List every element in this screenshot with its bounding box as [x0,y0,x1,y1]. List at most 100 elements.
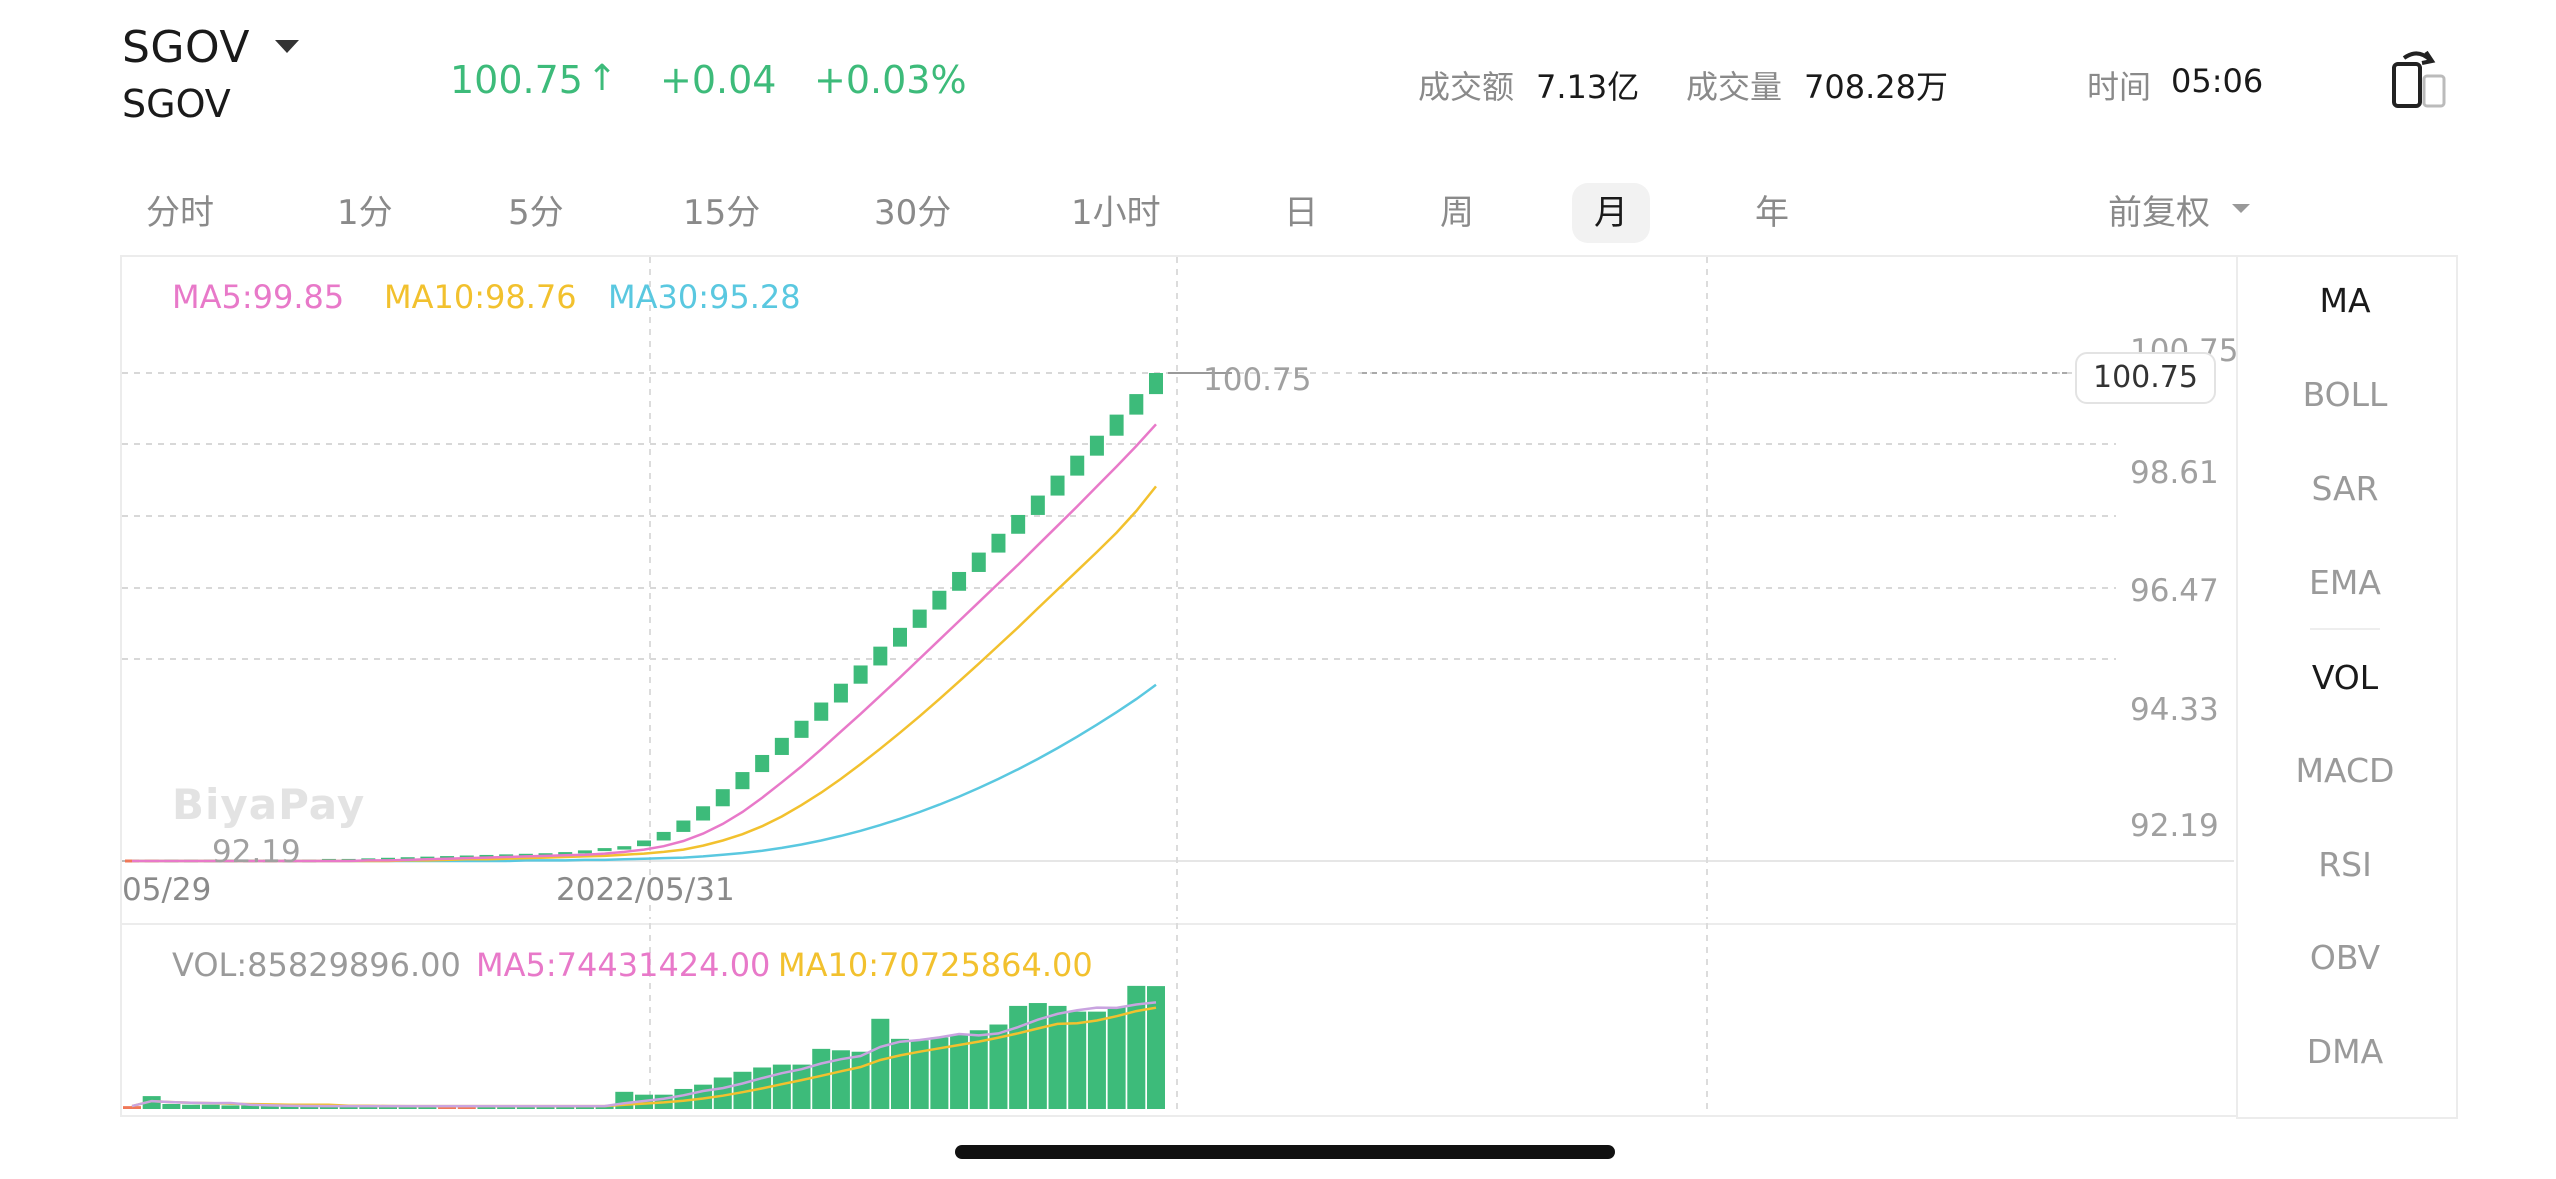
candle [577,850,592,854]
candle [1089,435,1104,456]
indicator-dma[interactable]: DMA [2240,1032,2450,1071]
price-change: +0.04 [660,58,777,102]
candle [755,754,770,773]
candle [774,737,789,755]
indicator-ema[interactable]: EMA [2240,563,2450,602]
candle [715,789,730,807]
candle [1030,495,1045,515]
volume-bar [123,1106,141,1109]
volume-bar [162,1103,181,1109]
up-arrow-icon: ↑ [587,58,618,99]
tab-year[interactable]: 年 [1755,183,1789,243]
volume-bar [713,1077,732,1109]
home-indicator [955,1145,1615,1159]
indicator-obv[interactable]: OBV [2240,938,2450,977]
volume-bar [871,1018,890,1109]
volume-bar [201,1104,220,1109]
last-price-marker-label: 100.75 [1203,362,1312,398]
y-axis-label: 94.33 [2130,692,2219,728]
candle [814,702,829,721]
legend-vol: VOL:85829896.00 [172,946,461,984]
candle [893,627,907,647]
legend-vol-ma10: MA10:70725864.00 [778,946,1093,984]
volume-bar [615,1091,634,1109]
volume-bar [1107,1007,1126,1109]
candle [1149,373,1163,395]
volume-label: 成交量 [1686,68,1783,106]
tab-week[interactable]: 周 [1440,183,1474,243]
volume-bar [1009,1005,1028,1109]
ticker-dropdown-icon[interactable] [275,40,299,53]
candle [617,846,632,850]
candle [735,772,750,790]
x-axis-date: 05/29 [122,872,212,908]
indicator-boll[interactable]: BOLL [2240,375,2450,414]
security-name: SGOV [122,82,231,126]
candle [833,683,848,703]
tab-1hour[interactable]: 1小时 [1071,183,1161,243]
rotate-screen-icon[interactable] [2390,48,2446,110]
volume-bar [1147,986,1165,1109]
candle [794,720,809,738]
candle [932,590,947,610]
candlestick-chart[interactable] [122,257,2234,919]
indicator-divider [2310,628,2380,630]
indicator-ma[interactable]: MA [2240,281,2450,320]
price-change-percent: +0.03% [814,58,967,102]
candle [656,831,671,841]
tab-day[interactable]: 日 [1284,183,1318,243]
indicator-sar[interactable]: SAR [2240,469,2450,508]
candle [637,840,651,847]
candle [873,646,888,666]
last-price-tag: 100.75 [2075,352,2216,404]
tab-1min[interactable]: 1分 [337,183,393,243]
indicator-vol[interactable]: VOL [2240,658,2450,697]
volume-bar [1068,1011,1087,1109]
legend-vol-ma5: MA5:74431424.00 [476,946,771,984]
volume-bar [221,1105,240,1109]
tab-5min[interactable]: 5分 [508,183,564,243]
volume-bar [851,1051,870,1109]
ticker-symbol[interactable]: SGOV [122,22,250,73]
tab-30min[interactable]: 30分 [874,183,951,243]
volume-bar [182,1104,201,1109]
last-price: 100.75 [450,58,583,102]
volume-value: 708.28万 [1804,68,1948,106]
indicator-rsi[interactable]: RSI [2240,845,2450,884]
candle [971,552,986,572]
candle [912,609,927,628]
legend-ma10: MA10:98.76 [384,278,577,316]
volume-bar [891,1038,909,1109]
volume-bar [1087,1011,1106,1109]
turnover-value: 7.13亿 [1536,68,1640,106]
min-price-marker-label: 92.19 [212,834,301,870]
y-axis-label: 96.47 [2130,573,2219,609]
candle [1050,475,1065,496]
candle [1109,414,1124,436]
tab-15min[interactable]: 15分 [683,183,760,243]
tab-intraday[interactable]: 分时 [146,183,214,243]
candle [696,806,711,821]
chevron-down-icon[interactable] [2232,204,2250,213]
turnover-label: 成交额 [1418,68,1515,106]
volume-bar [1048,1005,1067,1109]
y-axis-label: 92.19 [2130,808,2219,844]
time-value: 05:06 [2171,62,2264,100]
tab-month[interactable]: 月 [1572,183,1650,243]
legend-ma5: MA5:99.85 [172,278,345,316]
y-axis-label: 98.61 [2130,455,2219,491]
indicator-macd[interactable]: MACD [2240,751,2450,790]
candle [991,533,1006,553]
candle [1011,514,1026,534]
candle [597,848,612,852]
legend-ma30: MA30:95.28 [608,278,801,316]
candle [952,571,967,591]
volume-bar [812,1048,831,1109]
x-axis-date: 2022/05/31 [556,872,735,908]
candle [1070,455,1085,476]
price-adjust-select[interactable]: 前复权 [2108,183,2210,243]
candle [676,820,691,832]
candle [853,665,868,684]
candle [1129,394,1144,415]
time-label: 时间 [2087,68,2152,106]
